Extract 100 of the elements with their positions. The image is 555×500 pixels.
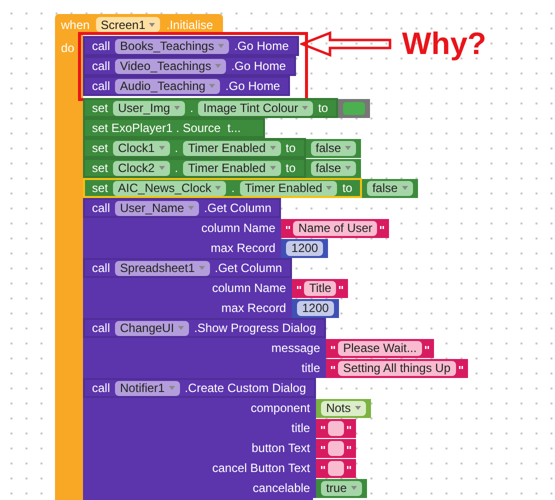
dropdown-caret-icon [345, 146, 352, 150]
component-dropdown[interactable]: Spreadsheet1 [115, 260, 210, 276]
component-dropdown[interactable]: ChangeUI [115, 320, 190, 336]
quote-mark-icon [347, 466, 352, 470]
set-keyword: set [92, 101, 108, 115]
quote-mark-icon [424, 346, 429, 350]
quote-mark-icon [286, 226, 290, 230]
text-field[interactable]: Name of User [293, 220, 378, 236]
argument-label: title [83, 358, 326, 378]
text-field[interactable]: Setting All things Up [338, 360, 456, 376]
dropdown-caret-icon [168, 386, 175, 390]
call-keyword: call [92, 59, 110, 73]
boolean-dropdown[interactable]: true [321, 480, 362, 496]
to-keyword: to [342, 181, 352, 195]
set-keyword: set [92, 141, 108, 155]
dropdown-caret-icon [350, 486, 357, 490]
dropdown-caret-icon [198, 266, 205, 270]
dropdown-caret-icon [174, 106, 180, 110]
quote-mark-icon [339, 286, 344, 290]
color-swatch[interactable] [343, 102, 366, 114]
method-name: .Go Home [231, 59, 286, 73]
call-keyword: call [92, 39, 110, 53]
argument-label: column Name [83, 218, 282, 238]
call-keyword: call [92, 381, 110, 395]
number-field[interactable]: 1200 [297, 300, 334, 316]
dropdown-caret-icon [270, 146, 276, 150]
dropdown-caret-icon [326, 186, 332, 190]
number-field[interactable]: 1200 [286, 240, 324, 256]
property-dropdown[interactable]: Timer Enabled [183, 160, 281, 176]
quote-mark-icon [347, 426, 352, 430]
argument-label: component [83, 398, 316, 418]
component-dropdown[interactable]: Books_Teachings [115, 38, 230, 54]
argument-label: max Record [83, 238, 282, 258]
text-field[interactable] [328, 460, 344, 476]
quote-mark-icon [458, 366, 463, 370]
dropdown-caret-icon [215, 64, 222, 68]
call-keyword: call [92, 79, 110, 93]
dropdown-caret-icon [402, 186, 408, 190]
dropdown-caret-icon [218, 44, 224, 48]
method-name: .Create Custom Dialog [184, 381, 306, 395]
text-field[interactable] [328, 420, 344, 436]
argument-label: cancelable [83, 478, 316, 498]
quote-mark-icon [321, 426, 326, 430]
method-name: .Get Column [214, 261, 282, 275]
call-keyword: call [92, 321, 110, 335]
set-keyword: set [92, 161, 108, 175]
boolean-dropdown[interactable]: false [310, 140, 356, 156]
dropdown-caret-icon [345, 166, 352, 170]
dot-separator: . [174, 141, 178, 155]
component-dropdown[interactable]: AIC_News_Clock [113, 180, 226, 196]
property-dropdown[interactable]: Timer Enabled [240, 180, 338, 196]
method-name: .Go Home [225, 79, 280, 93]
component-dropdown[interactable]: Video_Teachings [115, 58, 226, 74]
annotation-text: Why? [402, 26, 486, 62]
component-dropdown[interactable]: User_Img [113, 100, 186, 116]
dropdown-caret-icon [178, 326, 184, 330]
property-dropdown[interactable]: Timer Enabled [183, 140, 281, 156]
collapsed-block[interactable]: set ExoPlayer1 . Source t... [83, 118, 265, 138]
property-dropdown[interactable]: Image Tint Colour [198, 100, 314, 116]
argument-label: title [83, 418, 316, 438]
component-dropdown[interactable]: Notifier1 [115, 380, 180, 396]
text-field[interactable]: Please Wait... [338, 340, 422, 356]
component-dropdown[interactable]: Clock2 [113, 160, 170, 176]
call-keyword: call [92, 201, 110, 215]
call-keyword: call [92, 261, 110, 275]
dropdown-caret-icon [209, 84, 216, 88]
dropdown-caret-icon [215, 186, 222, 190]
dot-separator: . [190, 101, 194, 115]
dot-separator: . [231, 181, 235, 195]
argument-label: cancel Button Text [83, 458, 316, 478]
do-keyword: do [61, 41, 74, 55]
quote-mark-icon [321, 446, 326, 450]
quote-mark-icon [331, 346, 336, 350]
dropdown-caret-icon [158, 146, 165, 150]
to-keyword: to [318, 101, 328, 115]
set-keyword: set [92, 181, 108, 195]
component-dropdown[interactable]: Nots [321, 400, 366, 416]
quote-mark-icon [321, 466, 326, 470]
component-dropdown[interactable]: Audio_Teaching [115, 78, 220, 94]
when-keyword: when [61, 18, 90, 32]
dropdown-caret-icon [149, 22, 156, 26]
event-name: .Initialise [166, 18, 214, 32]
to-keyword: to [286, 161, 296, 175]
component-dropdown[interactable]: Screen1 [96, 17, 160, 32]
text-field[interactable]: Title [304, 280, 336, 296]
boolean-dropdown[interactable]: false [367, 180, 413, 196]
boolean-dropdown[interactable]: false [310, 160, 356, 176]
quote-mark-icon [297, 286, 302, 290]
quote-mark-icon [347, 446, 352, 450]
quote-mark-icon [331, 366, 336, 370]
dropdown-caret-icon [158, 166, 165, 170]
argument-label: column Name [83, 278, 292, 298]
component-dropdown[interactable]: User_Name [115, 200, 200, 216]
dropdown-caret-icon [302, 106, 308, 110]
argument-label: message [83, 338, 326, 358]
quote-mark-icon [380, 226, 384, 230]
component-dropdown[interactable]: Clock1 [113, 140, 170, 156]
method-name: .Get Column [204, 201, 272, 215]
method-name: .Show Progress Dialog [194, 321, 316, 335]
text-field[interactable] [328, 440, 344, 456]
